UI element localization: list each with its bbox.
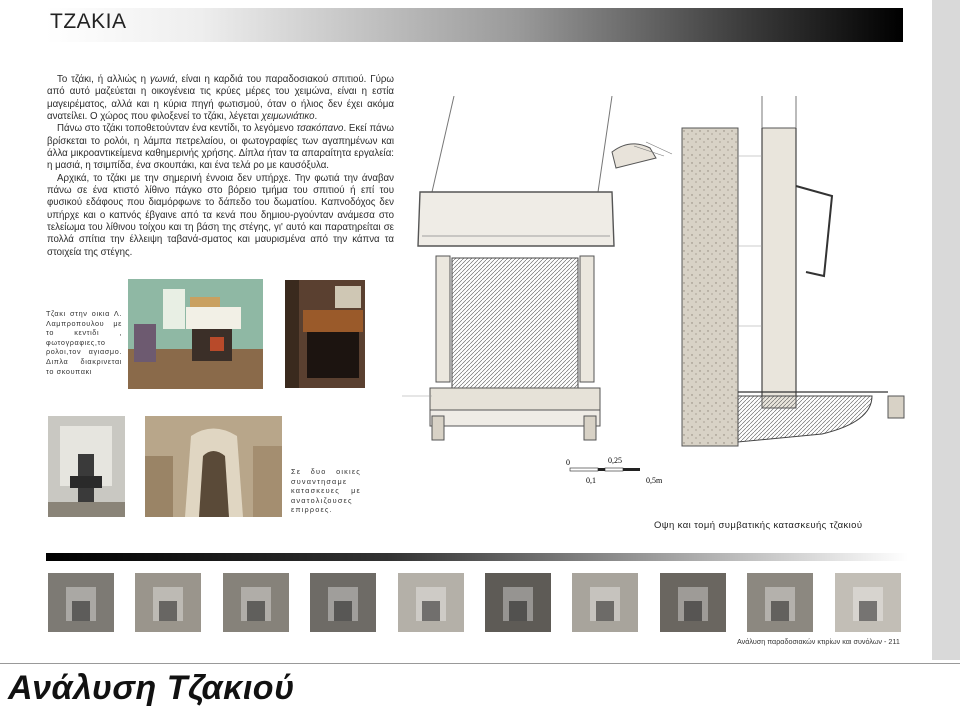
paragraph-2: Πάνω στο τζάκι τοποθετούνταν ένα κεντίδι… — [47, 123, 394, 172]
fireplace-photo-stone — [145, 416, 282, 517]
thumbnail-photo — [485, 573, 551, 632]
thumbnail-photo — [135, 573, 202, 632]
thumbnail-photo — [659, 573, 726, 632]
scale-label-quarter: 0,25 — [608, 456, 622, 465]
scale-label-half: 0,5m — [646, 476, 663, 485]
thumbnail-photo — [310, 573, 377, 632]
scale-bar: 0 0,25 0,1 0,5m — [562, 456, 692, 490]
body-text: Το τζάκι, ή αλλιώς η γωνιά, είναι η καρδ… — [47, 74, 394, 259]
header-gradient-bar — [46, 8, 903, 42]
thumbnail-photo — [397, 573, 464, 632]
scale-label-zero: 0 — [566, 458, 570, 467]
fireplace-photo-shelf — [285, 280, 365, 388]
drawing-caption: Οψη και τομή συμβατικής κατασκευής τζακι… — [654, 520, 863, 531]
thumbnail-photo — [572, 573, 639, 632]
paragraph-1-a: Το τζάκι, ή αλλιώς η — [57, 74, 150, 85]
thumbnail-photo — [834, 573, 901, 632]
fireplace-drawing — [402, 95, 912, 496]
divider-gradient-bar — [46, 553, 908, 561]
paragraph-1: Το τζάκι, ή αλλιώς η γωνιά, είναι η καρδ… — [47, 74, 394, 123]
photo-caption-left: Τζακι στην οικια Λ. Λαμπροπουλου με το κ… — [46, 309, 122, 376]
paragraph-2-a: Πάνω στο τζάκι τοποθετούνταν ένα κεντίδι… — [57, 123, 297, 135]
thumbnail-photo — [48, 573, 114, 632]
paragraph-3: Αρχικά, το τζάκι με την σημερινή έννοια … — [47, 172, 394, 258]
section-title: Τζακια — [50, 10, 127, 33]
fireplace-photo-stove — [48, 416, 125, 517]
slide-title: Ανάλυση Τζακιού — [8, 669, 295, 707]
thumbnail-photo — [222, 573, 289, 632]
paragraph-1-em-xeimoniatiko: χειμωνιάτικο — [261, 111, 315, 123]
scale-label-tenth: 0,1 — [586, 476, 596, 485]
paragraph-2-em-tsakopano: τσακόπανο — [296, 123, 344, 135]
photo-caption-right: Σε δυο οικιες συναντησαμε κατασκευες με … — [291, 467, 361, 515]
fireplace-photo-interior — [128, 279, 263, 389]
page-footer: Ανάλυση παραδοσιακών κτιρίων και συνόλων… — [737, 637, 900, 646]
thumbnail-photo — [747, 573, 814, 632]
paragraph-1-em-gonia: γωνιά — [149, 74, 175, 85]
page-edge — [932, 0, 960, 660]
paragraph-1-e: . — [314, 111, 318, 123]
